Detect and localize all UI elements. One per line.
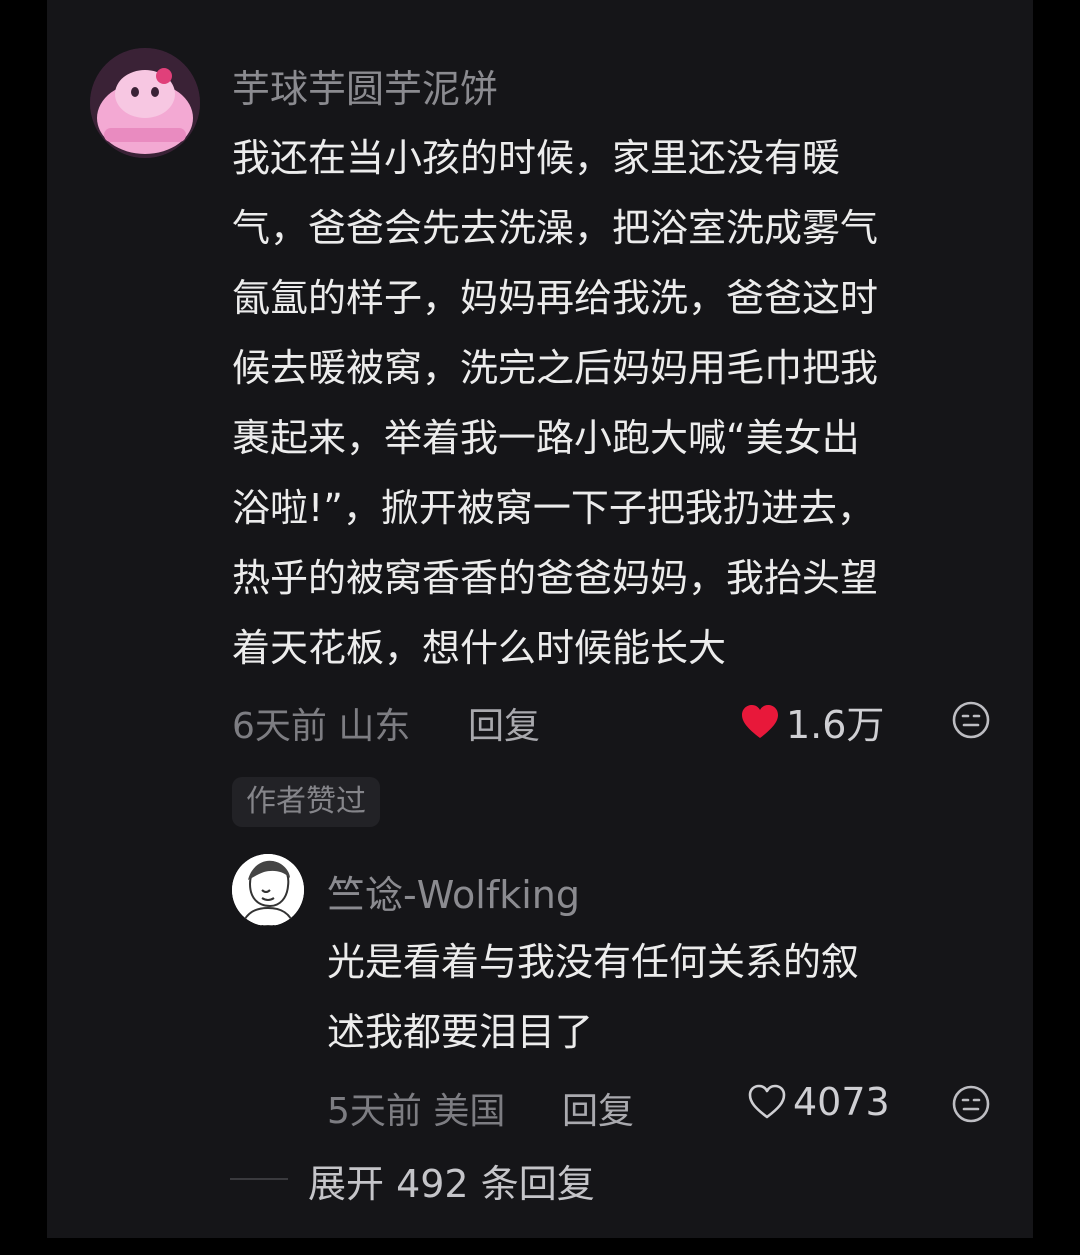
comment-username[interactable]: 芋球芋圆芋泥饼 <box>232 58 498 113</box>
comment-line: 着天花板，想什么时候能长大 <box>232 626 727 670</box>
reply-text: 光是看着与我没有任何关系的叙 述我都要泪目了 <box>327 927 987 1067</box>
smile-icon[interactable] <box>951 700 991 740</box>
comment-line: 气，爸爸会先去洗澡，把浴室洗成雾气 <box>232 206 879 250</box>
author-liked-badge: 作者赞过 <box>232 777 380 827</box>
reply-username[interactable]: 竺谂-Wolfking <box>327 864 580 919</box>
heart-filled-icon <box>742 704 778 738</box>
reply-line: 述我都要泪目了 <box>327 1010 594 1054</box>
comment-line: 候去暖被窝，洗完之后妈妈用毛巾把我 <box>232 346 879 390</box>
reply-button[interactable]: 回复 <box>468 697 540 749</box>
avatar[interactable] <box>90 48 200 158</box>
comment-line: 浴啦!”，掀开被窝一下子把我扔进去， <box>232 486 875 530</box>
comment-line: 热乎的被窝香香的爸爸妈妈，我抬头望 <box>232 556 879 600</box>
comment-time-location: 6天前 山东 <box>232 706 411 747</box>
comment-text: 我还在当小孩的时候，家里还没有暖 气，爸爸会先去洗澡，把浴室洗成雾气 氤氲的样子… <box>232 123 1002 683</box>
like-button[interactable]: 1.6万 <box>740 694 884 749</box>
comment-line: 裹起来，举着我一路小跑大喊“美女出 <box>232 416 860 460</box>
reply-time-location: 5天前 美国 <box>327 1091 506 1132</box>
heart-outline-icon <box>748 1084 786 1119</box>
reply-line: 光是看着与我没有任何关系的叙 <box>327 940 860 984</box>
reply-avatar[interactable] <box>232 854 304 926</box>
like-count: 1.6万 <box>786 703 885 747</box>
like-count: 4073 <box>793 1080 890 1124</box>
comment-line: 我还在当小孩的时候，家里还没有暖 <box>232 136 841 180</box>
expand-replies-button[interactable]: 展开 492 条回复 <box>308 1153 595 1208</box>
reply-reply-button[interactable]: 回复 <box>562 1082 634 1134</box>
smile-icon[interactable] <box>951 1084 991 1124</box>
comment-line: 氤氲的样子，妈妈再给我洗，爸爸这时 <box>232 276 879 320</box>
reply-like-button[interactable]: 4073 <box>747 1080 890 1124</box>
expand-divider <box>230 1178 288 1180</box>
